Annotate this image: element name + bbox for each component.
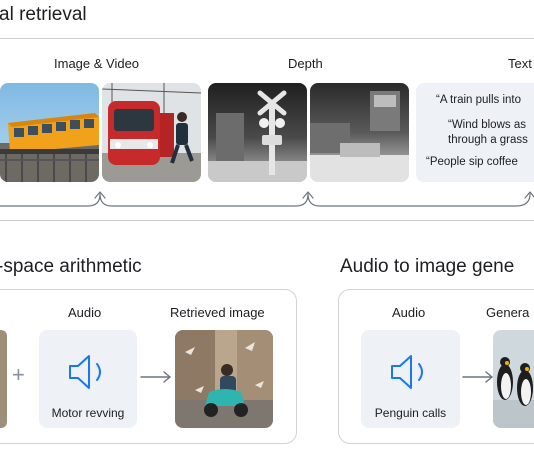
input-image-partial: [0, 330, 7, 428]
divider-middle: [0, 220, 534, 221]
speaker-icon: [69, 355, 101, 389]
audio-caption-motor: Motor revving: [51, 406, 125, 420]
text-sample-1: “A train pulls into: [436, 94, 522, 106]
speaker-icon: [391, 355, 423, 389]
audio-to-image-title: Audio to image gene: [340, 256, 515, 277]
yellow-train-image: [0, 83, 99, 182]
text-sample-3: through a grass: [448, 134, 528, 146]
depth-map-street: [310, 83, 409, 182]
depth-map-crossing: [208, 83, 307, 182]
text-sample-2: “Wind blows as: [448, 119, 526, 131]
bracket-connector: [0, 191, 534, 207]
column-label-text: Text: [508, 56, 532, 71]
column-label-image-video: Image & Video: [54, 56, 140, 71]
audio-box-penguin: Penguin calls: [361, 330, 460, 428]
audio-box-motor: Motor revving: [39, 330, 137, 428]
retrieval-title: al retrieval: [0, 4, 87, 25]
divider-top: [0, 38, 534, 39]
column-label-depth: Depth: [288, 56, 323, 71]
arrow-right-icon: [462, 371, 493, 383]
text-samples-box: “A train pulls into “Wind blows as throu…: [416, 83, 534, 182]
plus-sign: +: [12, 362, 25, 387]
generated-image-penguins: [493, 330, 534, 428]
retrieved-image-label: Retrieved image: [170, 305, 265, 320]
red-train-image: [102, 83, 201, 182]
arithmetic-audio-label: Audio: [68, 305, 102, 320]
text-sample-4: “People sip coffee: [426, 156, 518, 168]
arrow-right-icon: [140, 371, 171, 383]
retrieved-image-scooter: [175, 330, 273, 428]
audio-caption-penguin: Penguin calls: [374, 406, 447, 420]
arithmetic-title: -space arithmetic: [0, 256, 142, 277]
generation-audio-label: Audio: [392, 305, 426, 320]
generated-image-label: Genera: [486, 305, 530, 320]
